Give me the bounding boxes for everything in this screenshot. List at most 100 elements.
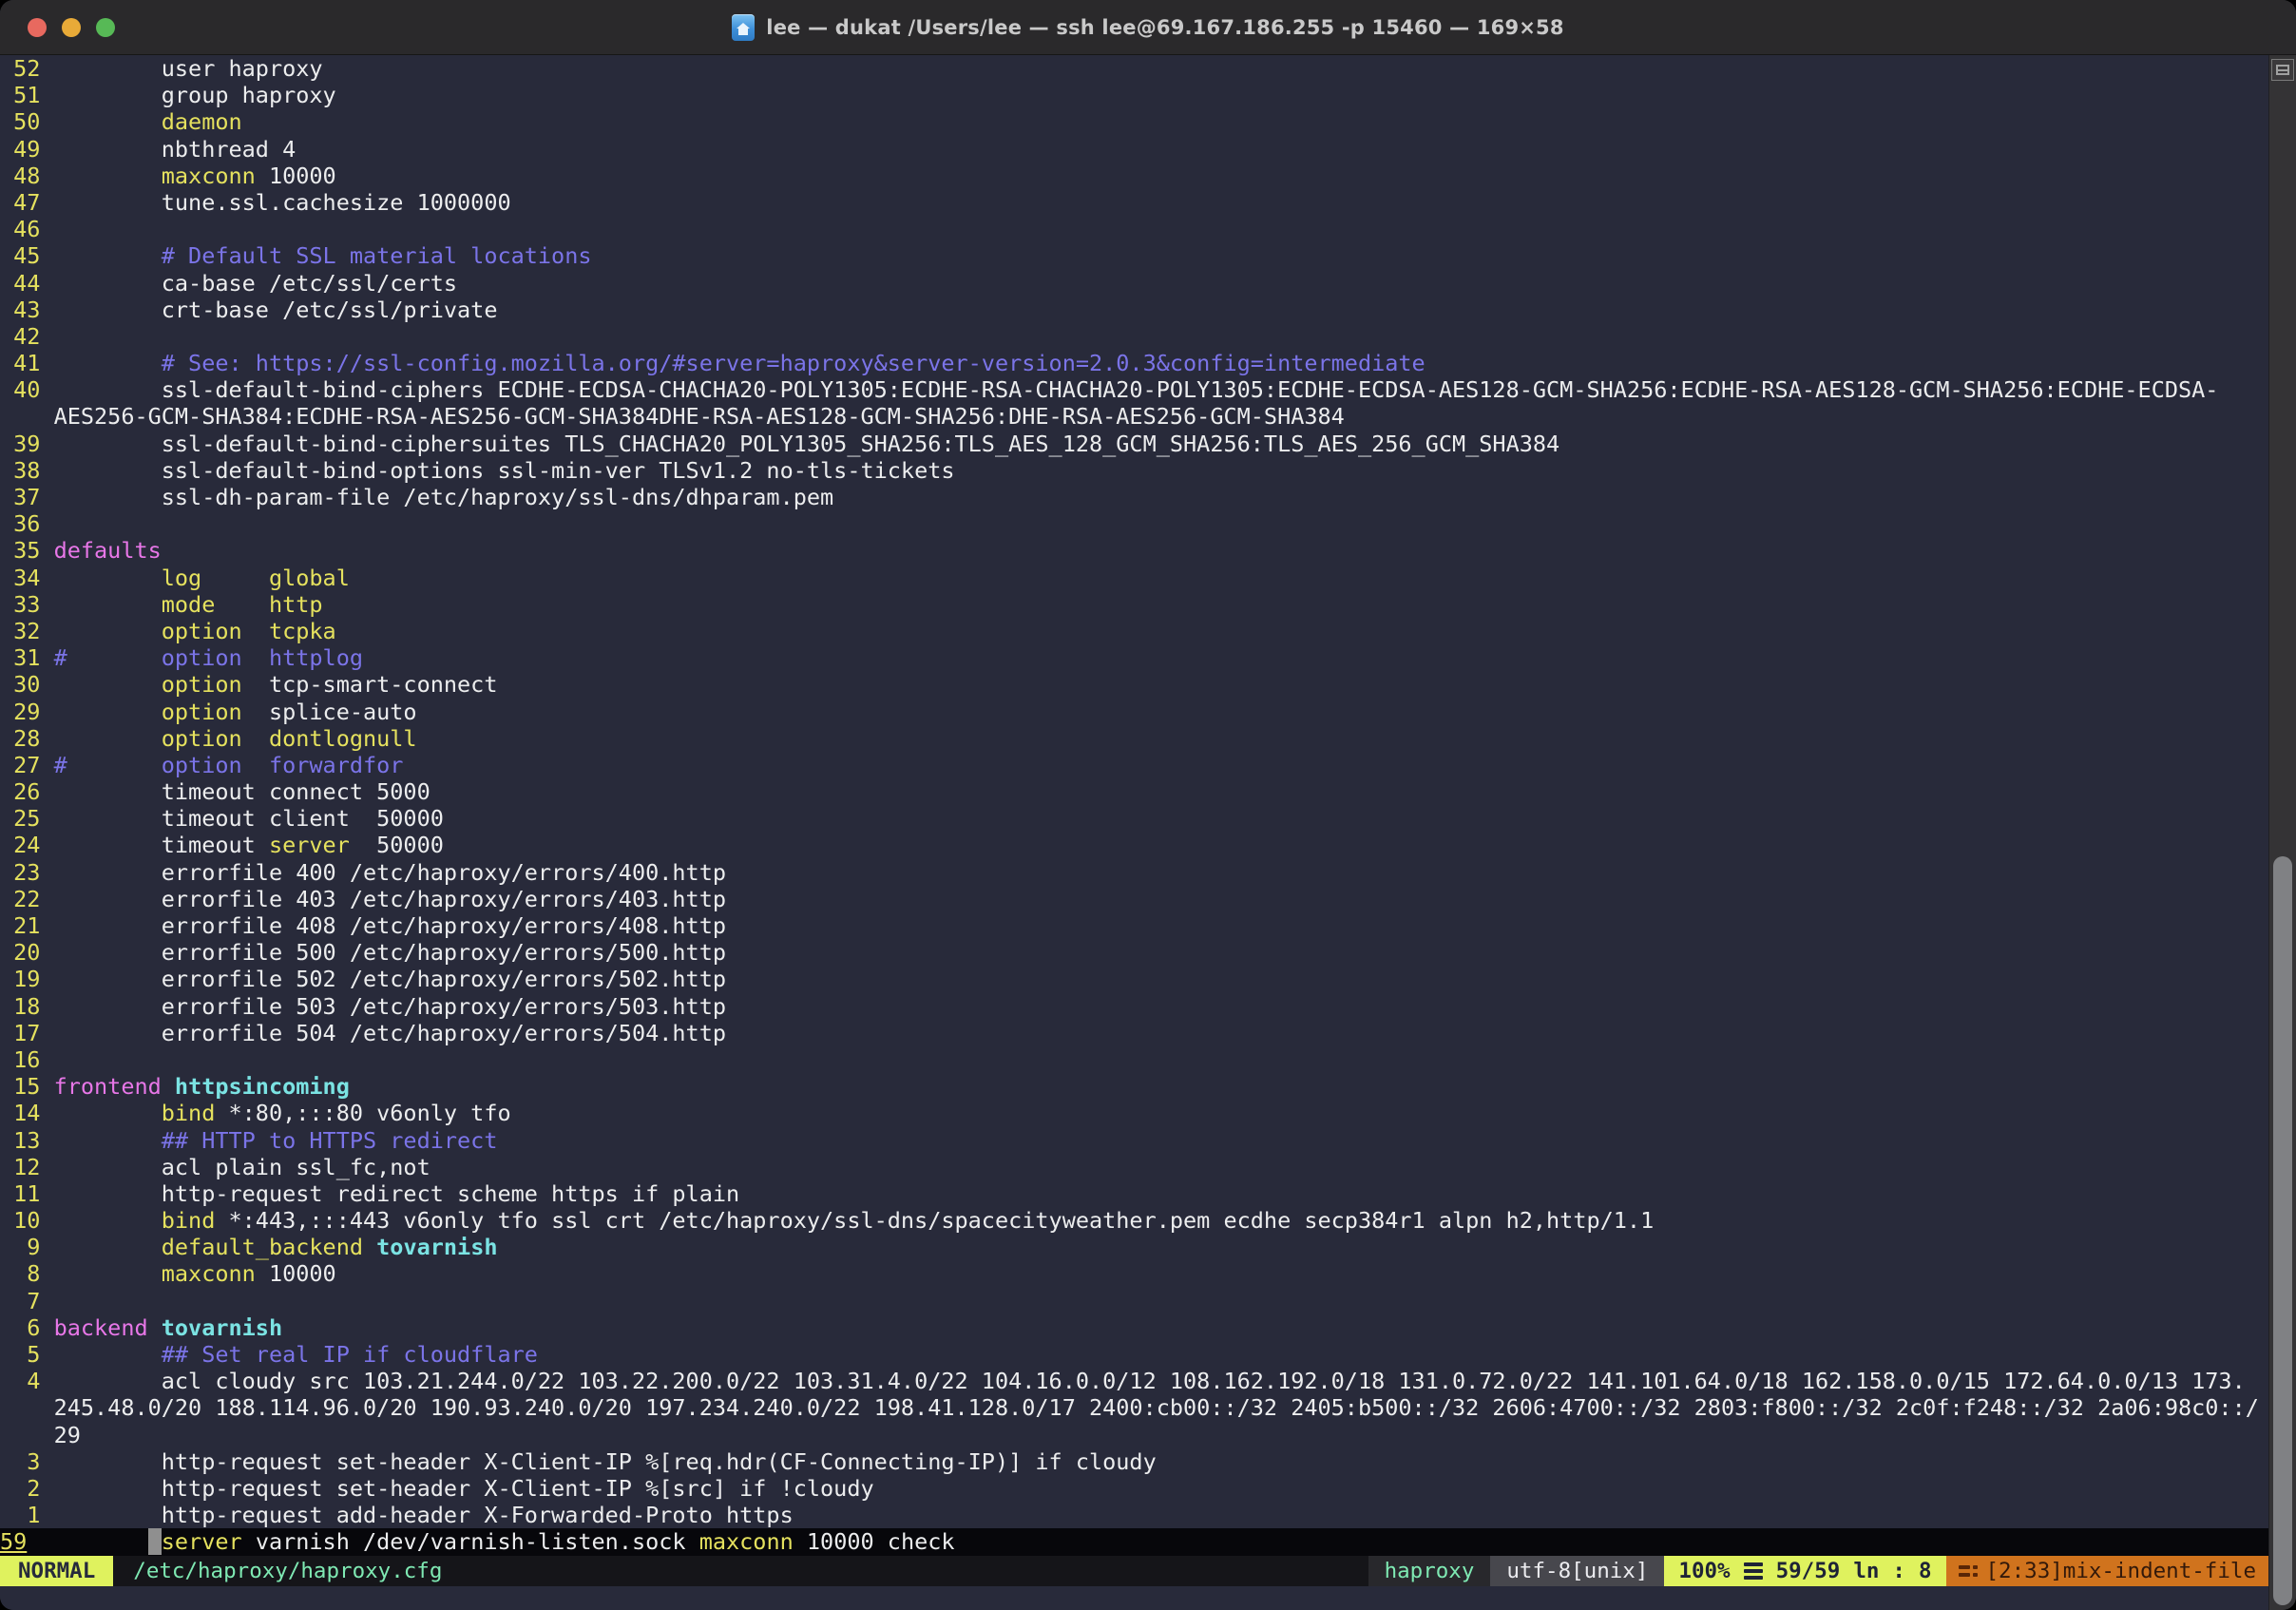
buffer-row: 45 # Default SSL material locations: [0, 242, 2268, 269]
buffer-text: backend tovarnish: [54, 1314, 283, 1341]
buffer-row: 14 bind *:80,:::80 v6only tfo: [0, 1100, 2268, 1126]
trigram-icon: [1744, 1562, 1763, 1580]
scrollbar-track[interactable]: [2268, 55, 2296, 1610]
line-number: 38: [0, 457, 54, 484]
buffer-text: tune.ssl.cachesize 1000000: [54, 189, 511, 216]
split-pane-button[interactable]: [2271, 59, 2294, 81]
line-number: 28: [0, 725, 54, 752]
buffer-text: 29: [54, 1422, 81, 1448]
statusline-spacer: [462, 1556, 1368, 1586]
buffer-text: acl plain ssl_fc,not: [54, 1154, 430, 1180]
position-segment: 100% 59/59 ln : 8: [1664, 1556, 1945, 1586]
line-number: [0, 403, 54, 430]
line-number: 47: [0, 189, 54, 216]
buffer-row: 4 acl cloudy src 103.21.244.0/22 103.22.…: [0, 1368, 2268, 1394]
buffer-row: 46: [0, 216, 2268, 242]
buffer-text: timeout client 50000: [54, 805, 444, 832]
buffer-text: errorfile 400 /etc/haproxy/errors/400.ht…: [54, 859, 726, 886]
buffer-text: daemon: [54, 108, 242, 135]
buffer-text: nbthread 4: [54, 136, 297, 163]
window-title: lee — dukat /Users/lee — ssh lee@69.167.…: [766, 16, 1563, 39]
line-number: 42: [0, 323, 54, 350]
buffer-row: 15 frontend httpsincoming: [0, 1073, 2268, 1100]
buffer-row: 17 errorfile 504 /etc/haproxy/errors/504…: [0, 1020, 2268, 1046]
line-number: 3: [0, 1448, 54, 1475]
buffer-row: 10 bind *:443,:::443 v6only tfo ssl crt …: [0, 1207, 2268, 1234]
line-number: 48: [0, 163, 54, 189]
buffer-row: 29 option splice-auto: [0, 699, 2268, 725]
line-number: 5: [0, 1341, 54, 1368]
buffer-text: http-request add-header X-Forwarded-Prot…: [54, 1502, 794, 1528]
scroll-percent: 100%: [1678, 1559, 1730, 1583]
buffer-text: bind *:80,:::80 v6only tfo: [54, 1100, 511, 1126]
line-number: 4: [0, 1368, 54, 1394]
buffer-row: 7: [0, 1288, 2268, 1314]
buffer-text: # See: https://ssl-config.mozilla.org/#s…: [54, 350, 1425, 376]
buffer-text: timeout connect 5000: [54, 778, 430, 805]
mode-indicator: NORMAL: [0, 1556, 113, 1586]
buffer-text: http-request redirect scheme https if pl…: [54, 1180, 740, 1207]
vim-buffer[interactable]: 52 user haproxy 5 1 group haproxy 50 daem…: [0, 55, 2268, 1556]
buffer-text: ## Set real IP if cloudflare: [54, 1341, 538, 1368]
line-number: 2: [0, 1475, 54, 1502]
line-number: 23: [0, 859, 54, 886]
zoom-button[interactable]: [96, 18, 115, 37]
line-number: 20: [0, 939, 54, 966]
line-number: 21: [0, 912, 54, 939]
line-number: 49: [0, 136, 54, 163]
buffer-text: server varnish /dev/varnish-listen.sock …: [54, 1528, 955, 1555]
encoding-segment: utf-8[unix]: [1490, 1556, 1664, 1586]
buffer-row: 26 timeout connect 5000: [0, 778, 2268, 805]
buffer-text: ssl-dh-param-file /etc/haproxy/ssl-dns/d…: [54, 484, 834, 510]
buffer-row: 8 maxconn 10000: [0, 1260, 2268, 1287]
line-number: 16: [0, 1046, 54, 1073]
buffer-text: http-request set-header X-Client-IP %[sr…: [54, 1475, 874, 1502]
file-path: /etc/haproxy/haproxy.cfg: [113, 1556, 462, 1586]
line-number: 10: [0, 1207, 54, 1234]
buffer-text: group haproxy: [54, 82, 336, 108]
buffer-row: 29: [0, 1422, 2268, 1448]
terminal-pane[interactable]: 52 user haproxy 5 1 group haproxy 50 daem…: [0, 55, 2268, 1610]
buffer-text: log global: [54, 565, 350, 591]
buffer-text: user haproxy: [54, 55, 323, 82]
buffer-row: 44 ca-base /etc/ssl/certs: [0, 270, 2268, 297]
buffer-row: 21 errorfile 408 /etc/haproxy/errors/408…: [0, 912, 2268, 939]
close-button[interactable]: [28, 18, 47, 37]
buffer-text: acl cloudy src 103.21.244.0/22 103.22.20…: [54, 1368, 2246, 1394]
buffer-text: errorfile 500 /etc/haproxy/errors/500.ht…: [54, 939, 726, 966]
buffer-row: 59 server varnish /dev/varnish-listen.so…: [0, 1528, 2268, 1555]
cursor-block: [148, 1528, 162, 1555]
buffer-text: errorfile 403 /etc/haproxy/errors/403.ht…: [54, 886, 726, 912]
buffer-row: 43 crt-base /etc/ssl/private: [0, 297, 2268, 323]
minimize-button[interactable]: [62, 18, 81, 37]
line-position: 59/59: [1776, 1559, 1841, 1583]
buffer-row: 50 daemon: [0, 108, 2268, 135]
line-number: 14: [0, 1100, 54, 1126]
buffer-row: 31 # option httplog: [0, 644, 2268, 671]
line-number: 13: [0, 1127, 54, 1154]
buffer-text: ssl-default-bind-ciphers ECDHE-ECDSA-CHA…: [54, 376, 2219, 403]
ln-label: ln: [1853, 1559, 1879, 1583]
line-number: 32: [0, 618, 54, 644]
buffer-text: frontend httpsincoming: [54, 1073, 350, 1100]
buffer-text: defaults: [54, 537, 162, 564]
buffer-text: maxconn 10000: [54, 1260, 336, 1287]
line-number: 44: [0, 270, 54, 297]
line-number: 41: [0, 350, 54, 376]
line-number: 8: [0, 1260, 54, 1287]
buffer-row: 32 option tcpka: [0, 618, 2268, 644]
buffer-row: 47 tune.ssl.cachesize 1000000: [0, 189, 2268, 216]
buffer-row: 52 user haproxy: [0, 55, 2268, 82]
scrollbar-thumb[interactable]: [2273, 856, 2292, 1605]
line-number: 43: [0, 297, 54, 323]
buffer-row: 19 errorfile 502 /etc/haproxy/errors/502…: [0, 966, 2268, 992]
line-number: 1: [0, 1502, 54, 1528]
titlebar[interactable]: lee — dukat /Users/lee — ssh lee@69.167.…: [0, 0, 2296, 55]
vim-command-line: [0, 1586, 2268, 1610]
buffer-text: ssl-default-bind-options ssl-min-ver TLS…: [54, 457, 955, 484]
buffer-row: 12 acl plain ssl_fc,not: [0, 1154, 2268, 1180]
line-number: 36: [0, 510, 54, 537]
line-number: 15: [0, 1073, 54, 1100]
buffer-row: 37 ssl-dh-param-file /etc/haproxy/ssl-dn…: [0, 484, 2268, 510]
line-number: 27: [0, 752, 54, 778]
